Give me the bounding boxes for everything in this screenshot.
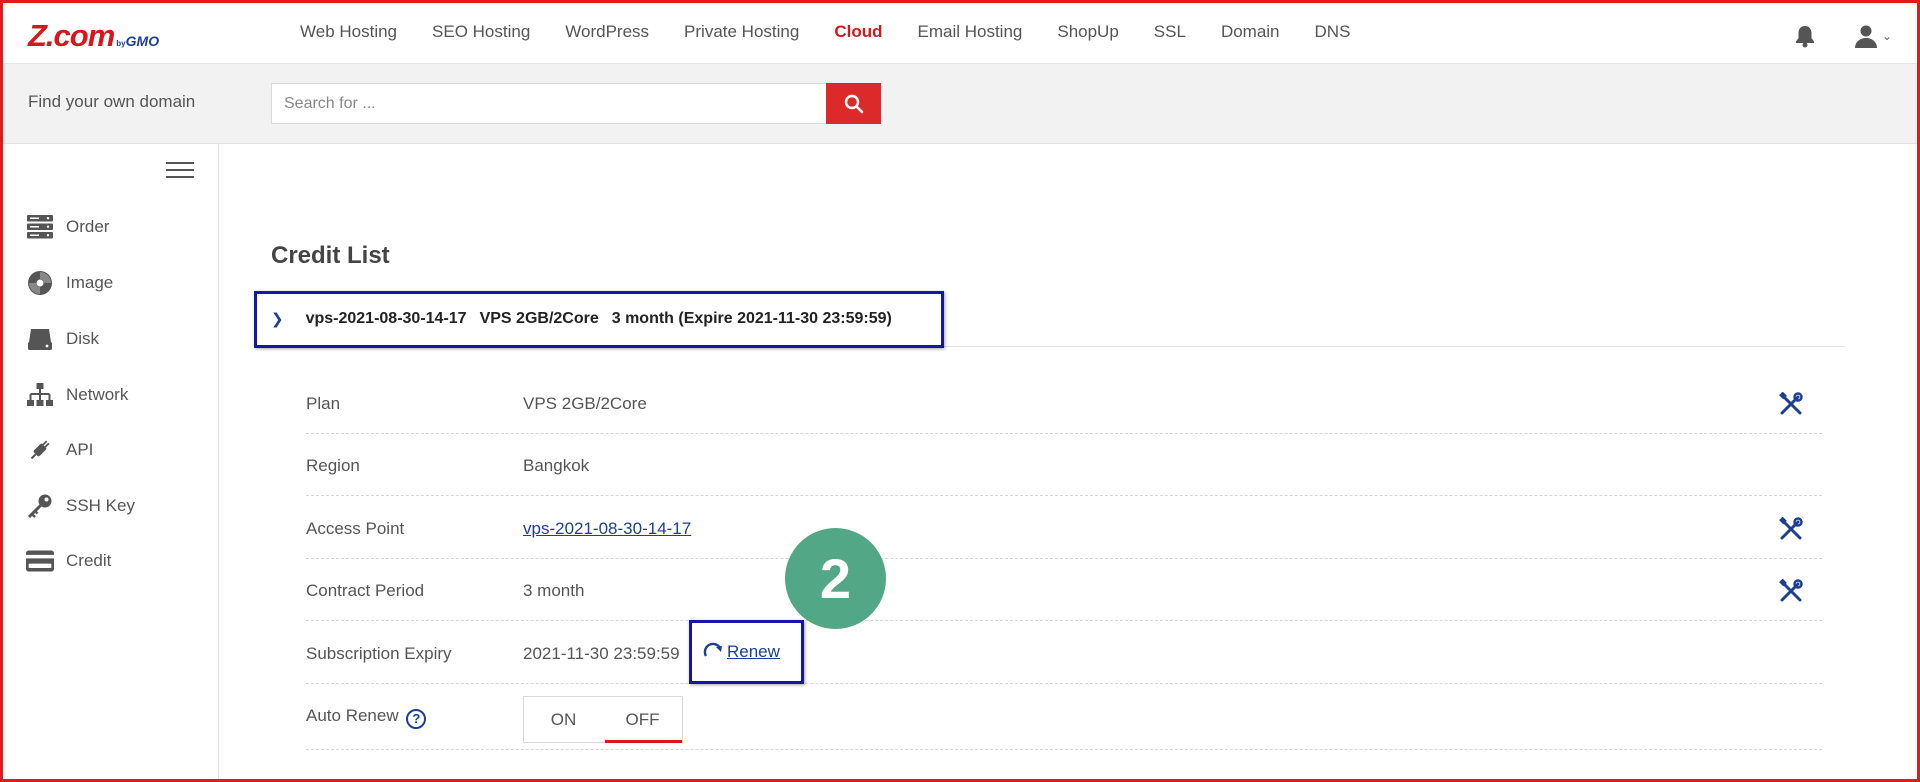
period-summary: 3 month (Expire 2021-11-30 23:59:59) (611, 310, 892, 327)
help-circle-icon[interactable]: ? (406, 708, 427, 729)
search-input[interactable] (271, 83, 827, 124)
auto-renew-toggle[interactable]: ON OFF (523, 696, 683, 743)
chevron-down-icon: ❯ (271, 311, 284, 328)
sidebar-item-label: API (66, 440, 94, 459)
server-name: vps-2021-08-30-14-17 (305, 310, 467, 327)
refresh-icon (703, 642, 722, 657)
sidebar-item-ssh-key[interactable]: SSH Key (26, 491, 135, 521)
sidebar: Order Image Disk Network API SSH Key Cre… (0, 144, 219, 782)
row-key: Region (306, 456, 360, 475)
nav-wordpress[interactable]: WordPress (565, 22, 649, 42)
disc-icon (26, 270, 54, 296)
tools-icon[interactable] (1779, 516, 1803, 541)
nav-shopup[interactable]: ShopUp (1057, 22, 1118, 42)
nav-seo-hosting[interactable]: SEO Hosting (432, 22, 530, 42)
credit-accordion-header[interactable]: ❯ vps-2021-08-30-14-17 VPS 2GB/2Core 3 m… (271, 296, 892, 342)
sidebar-item-order[interactable]: Order (26, 212, 109, 242)
sidebar-item-label: SSH Key (66, 496, 135, 515)
nav-cloud[interactable]: Cloud (834, 22, 882, 42)
search-button[interactable] (826, 83, 881, 124)
nav-dns[interactable]: DNS (1315, 22, 1351, 42)
search-icon (844, 94, 863, 113)
row-key: Access Point (306, 519, 405, 538)
logo-gmo-text: GMO (125, 33, 160, 49)
renew-button[interactable]: Renew (703, 642, 780, 662)
logo-by-text: by (116, 39, 126, 48)
detail-row-plan: Plan VPS 2GB/2Core (306, 372, 1822, 434)
sidebar-item-api[interactable]: API (26, 435, 93, 465)
row-value: vps-2021-08-30-14-17 (523, 519, 691, 539)
sidebar-item-credit[interactable]: Credit (26, 546, 111, 576)
renew-label: Renew (727, 642, 780, 661)
sidebar-item-image[interactable]: Image (26, 268, 113, 298)
top-navbar: Z.com by GMO Web Hosting SEO Hosting Wor… (0, 0, 1920, 64)
hamburger-menu-icon[interactable] (166, 162, 194, 184)
logo-text: Z.com (28, 18, 115, 53)
row-value: 3 month (523, 581, 585, 600)
sidebar-item-network[interactable]: Network (26, 380, 128, 410)
hard-disk-icon (26, 326, 54, 352)
nav-private-hosting[interactable]: Private Hosting (684, 22, 799, 42)
server-stack-icon (26, 214, 54, 240)
search-label: Find your own domain (28, 92, 196, 111)
api-plug-icon (26, 437, 54, 463)
sidebar-item-disk[interactable]: Disk (26, 324, 99, 354)
step-number-badge: 2 (785, 528, 886, 629)
main-nav: Web Hosting SEO Hosting WordPress Privat… (300, 0, 1385, 64)
credit-card-icon (26, 548, 54, 574)
row-value: Bangkok (523, 456, 590, 475)
row-divider (306, 749, 1822, 750)
tools-icon[interactable] (1779, 391, 1803, 416)
user-icon (1855, 25, 1877, 48)
sidebar-item-label: Credit (66, 551, 112, 570)
plan-summary: VPS 2GB/2Core (479, 310, 599, 327)
nav-web-hosting[interactable]: Web Hosting (300, 22, 397, 42)
row-value: VPS 2GB/2Core (523, 394, 647, 413)
detail-row-access-point: Access Point vps-2021-08-30-14-17 (306, 497, 1822, 559)
row-key: Contract Period (306, 581, 425, 600)
detail-row-region: Region Bangkok (306, 434, 1822, 496)
row-key: Plan (306, 394, 341, 413)
chevron-down-icon: ⌄ (1882, 29, 1893, 43)
bell-icon[interactable] (1794, 24, 1816, 48)
nav-email-hosting[interactable]: Email Hosting (917, 22, 1022, 42)
detail-row-contract-period: Contract Period 3 month (306, 559, 1822, 621)
accordion-divider (255, 346, 1845, 347)
key-icon (26, 493, 54, 519)
sidebar-item-label: Order (66, 217, 110, 236)
access-point-link[interactable]: vps-2021-08-30-14-17 (523, 519, 691, 538)
row-key: Subscription Expiry (306, 644, 452, 663)
row-value: 2021-11-30 23:59:59 (523, 644, 680, 663)
network-icon (26, 382, 54, 408)
sidebar-item-label: Image (66, 273, 114, 292)
nav-ssl[interactable]: SSL (1154, 22, 1186, 42)
toggle-off-option[interactable]: OFF (603, 697, 682, 743)
zcom-logo[interactable]: Z.com by GMO (28, 18, 159, 54)
sidebar-item-label: Network (66, 385, 129, 404)
detail-row-subscription-expiry: Subscription Expiry 2021-11-30 23:59:59 (306, 622, 1822, 684)
auto-renew-label: Auto Renew (306, 706, 399, 725)
page-title: Credit List (271, 242, 390, 269)
toggle-on-option[interactable]: ON (524, 697, 603, 742)
nav-domain[interactable]: Domain (1221, 22, 1280, 42)
user-menu[interactable]: ⌄ (1854, 23, 1894, 49)
sidebar-item-label: Disk (66, 329, 100, 348)
domain-search-bar: Find your own domain (0, 64, 1920, 144)
tools-icon[interactable] (1779, 578, 1803, 603)
row-key: Auto Renew ? (306, 706, 427, 729)
